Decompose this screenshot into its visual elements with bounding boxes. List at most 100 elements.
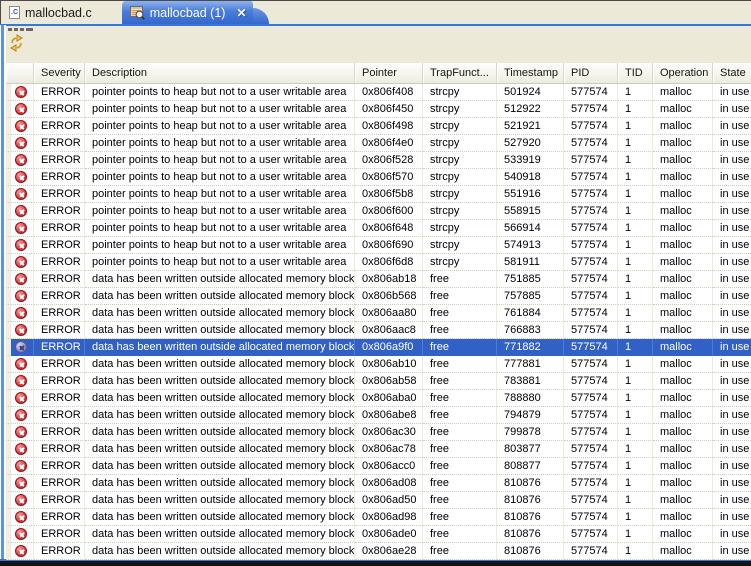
cell-state: in use	[713, 220, 751, 237]
cell-severity: ERROR	[34, 339, 85, 356]
table-row[interactable]: ERRORpointer points to heap but not to a…	[6, 84, 751, 101]
cell-trap: free	[423, 305, 497, 322]
cell-operation: malloc	[653, 288, 713, 305]
error-icon	[15, 494, 27, 506]
table-row[interactable]: ERRORdata has been written outside alloc…	[6, 339, 751, 356]
cell-severity: ERROR	[34, 186, 85, 203]
column-header-severity[interactable]: Severity	[34, 63, 85, 84]
column-header-pid[interactable]: PID	[564, 63, 618, 84]
severity-icon-cell	[11, 509, 34, 526]
table-row[interactable]: ERRORdata has been written outside alloc…	[6, 441, 751, 458]
cell-trap: free	[423, 339, 497, 356]
cell-trap: strcpy	[423, 203, 497, 220]
cell-trap: free	[423, 322, 497, 339]
cell-pointer: 0x806aac8	[355, 322, 423, 339]
table-row[interactable]: ERRORpointer points to heap but not to a…	[6, 118, 751, 135]
cell-operation: malloc	[653, 152, 713, 169]
cell-pointer: 0x806f570	[355, 169, 423, 186]
cell-description: pointer points to heap but not to a user…	[85, 169, 355, 186]
sync-arrows-icon[interactable]	[8, 32, 28, 59]
table-row[interactable]: ERRORpointer points to heap but not to a…	[6, 237, 751, 254]
table-row[interactable]: ERRORpointer points to heap but not to a…	[6, 101, 751, 118]
table-row[interactable]: ERRORdata has been written outside alloc…	[6, 475, 751, 492]
cell-trap: strcpy	[423, 186, 497, 203]
cell-pid: 577574	[564, 390, 618, 407]
table-row[interactable]: ERRORdata has been written outside alloc…	[6, 390, 751, 407]
severity-icon-cell	[11, 220, 34, 237]
error-icon	[15, 358, 27, 370]
table-row[interactable]: ERRORpointer points to heap but not to a…	[6, 186, 751, 203]
cell-timestamp: 810876	[497, 543, 564, 560]
severity-icon-cell	[11, 492, 34, 509]
cell-state: in use	[713, 135, 751, 152]
cell-description: data has been written outside allocated …	[85, 424, 355, 441]
cell-tid: 1	[618, 424, 653, 441]
table-row[interactable]: ERRORdata has been written outside alloc…	[6, 424, 751, 441]
cell-pid: 577574	[564, 475, 618, 492]
table-row[interactable]: ERRORdata has been written outside alloc…	[6, 356, 751, 373]
column-header-timestamp[interactable]: Timestamp	[497, 63, 564, 84]
column-header-state[interactable]: State	[713, 63, 751, 84]
cell-tid: 1	[618, 305, 653, 322]
column-header-tid[interactable]: TID	[618, 63, 653, 84]
cell-state: in use	[713, 186, 751, 203]
cell-timestamp: 566914	[497, 220, 564, 237]
cell-severity: ERROR	[34, 526, 85, 543]
table-row[interactable]: ERRORpointer points to heap but not to a…	[6, 254, 751, 271]
cell-timestamp: 540918	[497, 169, 564, 186]
table-row[interactable]: ERRORpointer points to heap but not to a…	[6, 169, 751, 186]
table-row[interactable]: ERRORpointer points to heap but not to a…	[6, 220, 751, 237]
table-row[interactable]: ERRORdata has been written outside alloc…	[6, 407, 751, 424]
cell-operation: malloc	[653, 254, 713, 271]
cell-description: pointer points to heap but not to a user…	[85, 84, 355, 101]
cell-state: in use	[713, 390, 751, 407]
cell-severity: ERROR	[34, 152, 85, 169]
cell-timestamp: 788880	[497, 390, 564, 407]
cell-tid: 1	[618, 203, 653, 220]
column-header-pointer[interactable]: Pointer	[355, 63, 423, 84]
column-header-trapfunction[interactable]: TrapFunct...	[423, 63, 497, 84]
cell-description: data has been written outside allocated …	[85, 441, 355, 458]
cell-state: in use	[713, 526, 751, 543]
cell-tid: 1	[618, 441, 653, 458]
cell-trap: strcpy	[423, 220, 497, 237]
table-row[interactable]: ERRORdata has been written outside alloc…	[6, 271, 751, 288]
cell-pointer: 0x806f408	[355, 84, 423, 101]
cell-pid: 577574	[564, 339, 618, 356]
cell-timestamp: 783881	[497, 373, 564, 390]
table-row[interactable]: ERRORdata has been written outside alloc…	[6, 305, 751, 322]
close-icon[interactable]: ✕	[236, 7, 246, 19]
table-row[interactable]: ERRORpointer points to heap but not to a…	[6, 203, 751, 220]
table-row[interactable]: ERRORdata has been written outside alloc…	[6, 492, 751, 509]
cell-pointer: 0x806f5b8	[355, 186, 423, 203]
column-header-icon[interactable]	[6, 63, 34, 84]
table-row[interactable]: ERRORdata has been written outside alloc…	[6, 543, 751, 560]
table-row[interactable]: ERRORdata has been written outside alloc…	[6, 373, 751, 390]
table-row[interactable]: ERRORdata has been written outside alloc…	[6, 458, 751, 475]
table-row[interactable]: ERRORdata has been written outside alloc…	[6, 322, 751, 339]
cell-trap: free	[423, 458, 497, 475]
table-row[interactable]: ERRORdata has been written outside alloc…	[6, 526, 751, 543]
cell-tid: 1	[618, 254, 653, 271]
severity-icon-cell	[11, 322, 34, 339]
cell-severity: ERROR	[34, 220, 85, 237]
table-row[interactable]: ERRORpointer points to heap but not to a…	[6, 135, 751, 152]
error-icon	[15, 137, 27, 149]
column-header-description[interactable]: Description	[85, 63, 355, 84]
cell-pointer: 0x806f498	[355, 118, 423, 135]
tab-mallocbad-c[interactable]: .C mallocbad.c	[1, 1, 100, 24]
cell-timestamp: 771882	[497, 339, 564, 356]
cell-timestamp: 799878	[497, 424, 564, 441]
cell-state: in use	[713, 118, 751, 135]
cell-severity: ERROR	[34, 271, 85, 288]
table-row[interactable]: ERRORdata has been written outside alloc…	[6, 288, 751, 305]
cell-timestamp: 810876	[497, 475, 564, 492]
cell-operation: malloc	[653, 135, 713, 152]
table-row[interactable]: ERRORdata has been written outside alloc…	[6, 509, 751, 526]
cell-operation: malloc	[653, 509, 713, 526]
cell-state: in use	[713, 475, 751, 492]
tab-mallocbad-1[interactable]: mallocbad (1) ✕	[122, 1, 253, 24]
table-row[interactable]: ERRORpointer points to heap but not to a…	[6, 152, 751, 169]
column-header-operation[interactable]: Operation	[653, 63, 713, 84]
cell-tid: 1	[618, 288, 653, 305]
